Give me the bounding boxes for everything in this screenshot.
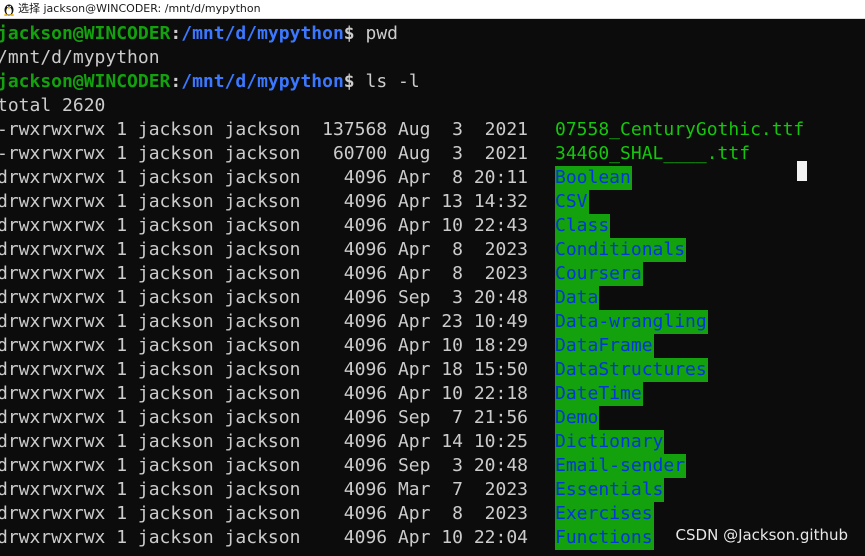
prompt-colon: :	[170, 23, 182, 44]
listing-meta: drwxrwxrwx 1 jackson jackson 4096 Apr 8 …	[0, 167, 529, 188]
listing-dirname[interactable]: Essentials	[555, 478, 665, 502]
listing-dirname[interactable]: Email-sender	[555, 454, 687, 478]
listing-dirname[interactable]: Coursera	[555, 262, 643, 286]
listing-dirname[interactable]: DataStructures	[555, 358, 708, 382]
prompt-path: /mnt/d/mypython	[181, 23, 344, 44]
listing-meta: -rwxrwxrwx 1 jackson jackson 137568 Aug …	[0, 119, 529, 140]
window-title: 选择 jackson@WINCODER: /mnt/d/mypython	[18, 2, 261, 15]
prompt-user-host: jackson@WINCODER	[0, 23, 171, 44]
listing-filename[interactable]: 34460_SHAL____.ttf	[555, 142, 750, 166]
listing-dirname[interactable]: Data-wrangling	[555, 310, 708, 334]
listing-dirname[interactable]: DataFrame	[555, 334, 654, 358]
prompt-user-host: jackson@WINCODER	[0, 71, 171, 92]
listing-meta: drwxrwxrwx 1 jackson jackson 4096 Apr 13…	[0, 191, 529, 212]
listing-meta: -rwxrwxrwx 1 jackson jackson 60700 Aug 3…	[0, 143, 529, 164]
command-text: ls -l	[354, 71, 420, 92]
listing-dirname[interactable]: Dictionary	[555, 430, 665, 454]
linux-penguin-icon	[4, 4, 14, 16]
listing-meta: drwxrwxrwx 1 jackson jackson 4096 Sep 7 …	[0, 407, 529, 428]
terminal-cursor	[797, 161, 807, 181]
listing-meta: drwxrwxrwx 1 jackson jackson 4096 Apr 23…	[0, 311, 529, 332]
listing-dirname[interactable]: Class	[555, 214, 611, 238]
prompt-dollar: $	[343, 71, 355, 92]
listing-dirname[interactable]: Conditionals	[555, 238, 687, 262]
listing-dirname[interactable]: CSV	[555, 190, 589, 214]
listing-meta: drwxrwxrwx 1 jackson jackson 4096 Apr 10…	[0, 335, 529, 356]
window-titlebar[interactable]: 选择 jackson@WINCODER: /mnt/d/mypython	[0, 0, 865, 19]
listing-meta: drwxrwxrwx 1 jackson jackson 4096 Apr 8 …	[0, 503, 529, 524]
listing-dirname[interactable]: Exercises	[555, 502, 654, 526]
listing-meta: drwxrwxrwx 1 jackson jackson 4096 Apr 18…	[0, 359, 529, 380]
listing-meta: drwxrwxrwx 1 jackson jackson 4096 Apr 10…	[0, 383, 529, 404]
listing-meta: drwxrwxrwx 1 jackson jackson 4096 Sep 3 …	[0, 455, 529, 476]
listing-dirname[interactable]: DateTime	[555, 382, 643, 406]
listing-dirname[interactable]: Functions	[555, 526, 654, 550]
prompt-colon: :	[170, 71, 182, 92]
command-text: pwd	[354, 23, 398, 44]
listing-filename[interactable]: 07558_CenturyGothic.ttf	[555, 118, 804, 142]
listing-dirname[interactable]: Boolean	[555, 166, 632, 190]
total-line: total 2620	[0, 95, 106, 116]
terminal-output[interactable]: jackson@WINCODER:/mnt/d/mypython$ pwd /m…	[0, 19, 865, 556]
prompt-line: jackson@WINCODER:/mnt/d/mypython$ pwd	[0, 22, 398, 46]
listing-meta: drwxrwxrwx 1 jackson jackson 4096 Apr 8 …	[0, 239, 529, 260]
prompt-path: /mnt/d/mypython	[181, 71, 344, 92]
prompt-line: jackson@WINCODER:/mnt/d/mypython$ ls -l	[0, 70, 420, 94]
pwd-output: /mnt/d/mypython	[0, 47, 160, 68]
listing-meta: drwxrwxrwx 1 jackson jackson 4096 Mar 7 …	[0, 479, 529, 500]
listing-dirname[interactable]: Demo	[555, 406, 600, 430]
listing-meta: drwxrwxrwx 1 jackson jackson 4096 Sep 3 …	[0, 287, 529, 308]
listing-meta: drwxrwxrwx 1 jackson jackson 4096 Apr 10…	[0, 527, 529, 548]
listing-meta: drwxrwxrwx 1 jackson jackson 4096 Apr 10…	[0, 215, 529, 236]
listing-dirname[interactable]: Data	[555, 286, 600, 310]
listing-meta: drwxrwxrwx 1 jackson jackson 4096 Apr 14…	[0, 431, 529, 452]
prompt-dollar: $	[343, 23, 355, 44]
watermark: CSDN @Jackson.github	[675, 526, 848, 544]
listing-meta: drwxrwxrwx 1 jackson jackson 4096 Apr 8 …	[0, 263, 529, 284]
